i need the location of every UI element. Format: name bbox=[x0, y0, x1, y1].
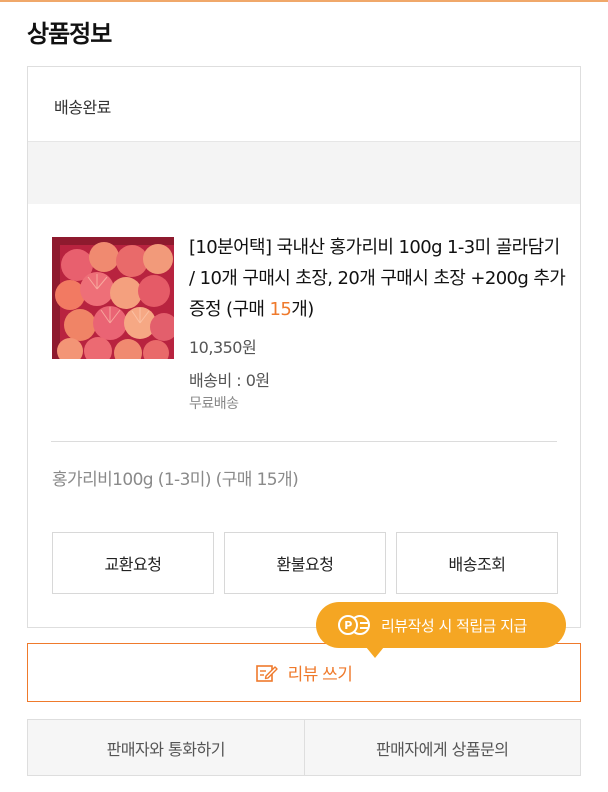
section-title: 상품정보 bbox=[27, 20, 112, 48]
delivery-status: 배송완료 bbox=[28, 67, 580, 142]
product-item[interactable]: [10분어택] 국내산 홍가리비 100g 1-3미 골라담기 / 10개 구매… bbox=[28, 204, 580, 440]
product-thumbnail[interactable] bbox=[52, 237, 174, 359]
point-coins-icon: P bbox=[338, 614, 378, 636]
option-divider bbox=[51, 441, 557, 442]
product-name[interactable]: [10분어택] 국내산 홍가리비 100g 1-3미 골라담기 / 10개 구매… bbox=[189, 232, 569, 325]
status-spacer bbox=[28, 142, 580, 204]
order-card: 배송완료 [10분어택] 국내산 홍가리비 100g 1-3미 골라담기 / 1… bbox=[27, 66, 581, 628]
call-seller-button[interactable]: 판매자와 통화하기 bbox=[28, 720, 304, 775]
tooltip-text: 리뷰작성 시 적립금 지급 bbox=[381, 616, 527, 635]
order-actions: 교환요청 환불요청 배송조회 bbox=[52, 532, 558, 594]
top-accent-rule bbox=[0, 0, 608, 2]
seller-contact-row: 판매자와 통화하기 판매자에게 상품문의 bbox=[27, 719, 581, 776]
selected-option: 홍가리비100g (1-3미) (구매 15개) bbox=[52, 470, 299, 490]
scallop-photo-icon bbox=[52, 237, 174, 359]
product-name-text: [10분어택] 국내산 홍가리비 100g 1-3미 골라담기 / 10개 구매… bbox=[189, 237, 566, 320]
shipping-type: 무료배송 bbox=[189, 396, 239, 412]
exchange-request-button[interactable]: 교환요청 bbox=[52, 532, 214, 594]
delivery-tracking-button[interactable]: 배송조회 bbox=[396, 532, 558, 594]
seller-inquiry-button[interactable]: 판매자에게 상품문의 bbox=[303, 720, 581, 775]
write-review-button[interactable]: 리뷰 쓰기 bbox=[27, 643, 581, 702]
review-reward-tooltip: P 리뷰작성 시 적립금 지급 bbox=[316, 602, 566, 658]
product-name-tail: 개) bbox=[291, 299, 314, 320]
shipping-fee: 배송비 : 0원 bbox=[189, 371, 270, 390]
edit-note-icon bbox=[255, 664, 278, 682]
product-quantity: 15 bbox=[269, 299, 292, 320]
write-review-label: 리뷰 쓰기 bbox=[287, 665, 353, 684]
refund-request-button[interactable]: 환불요청 bbox=[224, 532, 386, 594]
point-coin-letter: P bbox=[338, 615, 358, 635]
product-price: 10,350원 bbox=[189, 338, 257, 357]
